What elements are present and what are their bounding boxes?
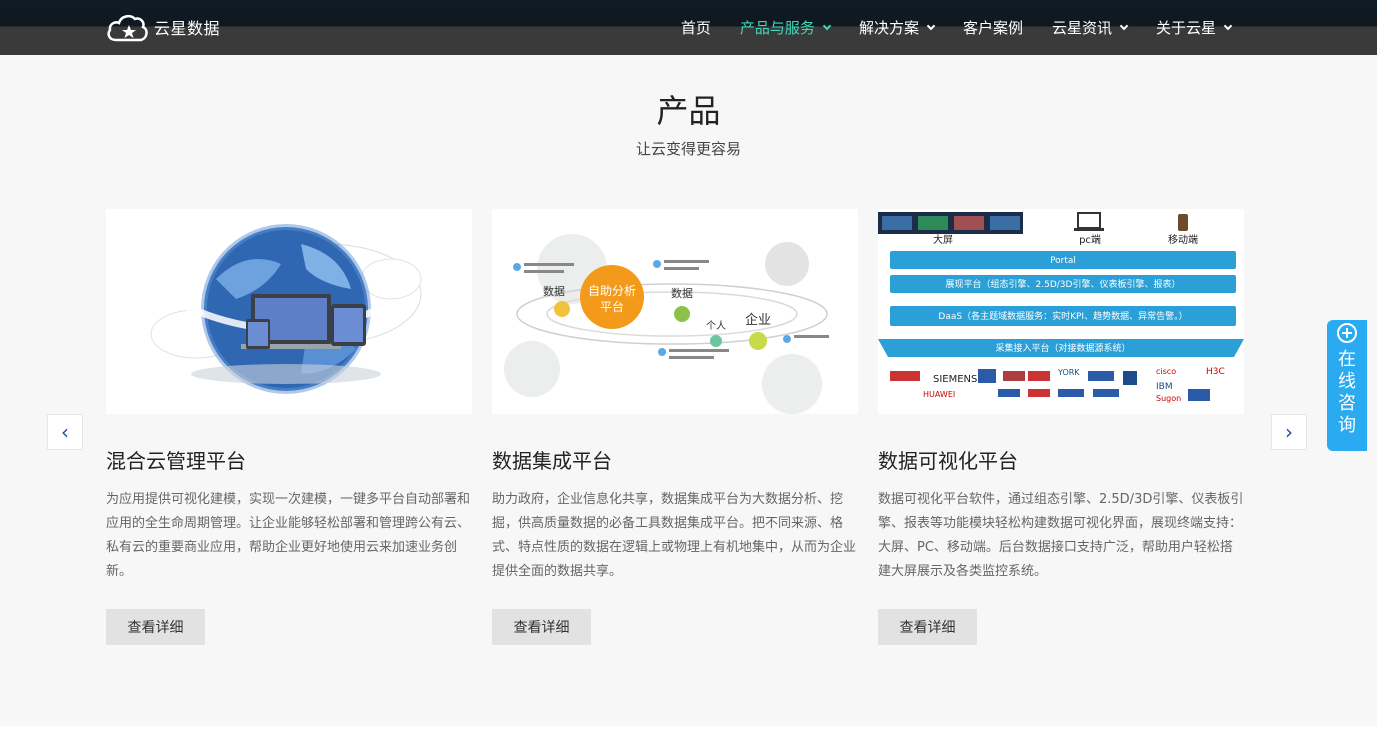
chevron-down-icon: [822, 21, 832, 30]
logo[interactable]: 云星数据: [106, 10, 220, 44]
device-label: 大屏: [933, 233, 953, 246]
chevron-down-icon: [1119, 21, 1129, 30]
view-details-button[interactable]: 查看详细: [878, 609, 977, 645]
hybrid-cloud-image: [106, 209, 472, 414]
card-title: 混合云管理平台: [106, 449, 246, 473]
nav-cases[interactable]: 客户案例: [963, 17, 1023, 38]
online-consult-button[interactable]: 在线咨询: [1327, 320, 1367, 451]
device-label: pc端: [1079, 233, 1101, 246]
product-card: 自助分析 平台 数据 数据 个人 企业 数据集成平台 助力政府，企业信息化共享，…: [492, 209, 858, 645]
card-title: 数据集成平台: [492, 449, 612, 473]
nav-home[interactable]: 首页: [681, 17, 711, 38]
logo-ibm: IBM: [1156, 382, 1173, 392]
logo-text: 云星数据: [154, 19, 221, 38]
logo-york: YORK: [1057, 368, 1080, 377]
page-bottom-strip: [0, 726, 1377, 738]
view-details-button[interactable]: 查看详细: [492, 609, 591, 645]
layer-label: Portal: [1050, 256, 1076, 266]
card-description: 为应用提供可视化建模，实现一次建模，一键多平台自动部署和应用的全生命周期管理。让…: [106, 492, 471, 579]
nav-about[interactable]: 关于云星: [1155, 17, 1233, 38]
carousel-prev-button[interactable]: ‹: [47, 414, 83, 450]
nav-solutions[interactable]: 解决方案: [858, 17, 936, 38]
nav-news[interactable]: 云星资讯: [1051, 17, 1129, 38]
cloud-star-logo-icon: [107, 14, 148, 42]
top-navbar: 云星数据 首页 产品与服务 解决方案 客户案例 云星资讯 关于云星: [0, 0, 1377, 55]
consult-label: 在线咨询: [1338, 349, 1356, 436]
chevron-right-icon: ›: [1285, 420, 1293, 444]
logo-cisco: cisco: [1156, 367, 1176, 376]
nav-label: 产品与服务: [739, 19, 815, 37]
nav-label: 云星资讯: [1051, 19, 1112, 37]
carousel-next-button[interactable]: ›: [1271, 414, 1307, 450]
data-visualization-image: 大屏 pc端 移动端 Portal 展现平台（组态引擎、2.5D/3D引擎、仪表…: [878, 209, 1244, 414]
chevron-down-icon: [926, 21, 936, 30]
logo-siemens: SIEMENS: [933, 374, 977, 385]
data-label: 数据: [671, 286, 693, 300]
logo-sugon: Sugon: [1156, 394, 1181, 403]
section-subtitle: 让云变得更容易: [635, 140, 741, 158]
logo-h3c: H3C: [1206, 367, 1225, 377]
person-label: 个人: [706, 320, 726, 332]
card-description: 助力政府，企业信息化共享，数据集成平台为大数据分析、挖掘，供高质量数据的必备工具…: [492, 492, 857, 579]
main-nav: 首页 产品与服务 解决方案 客户案例 云星资讯 关于云星: [652, 0, 1233, 55]
product-card: 大屏 pc端 移动端 Portal 展现平台（组态引擎、2.5D/3D引擎、仪表…: [878, 209, 1244, 645]
product-card: 混合云管理平台 为应用提供可视化建模，实现一次建模，一键多平台自动部署和应用的全…: [106, 209, 472, 645]
nav-label: 首页: [680, 19, 711, 37]
nav-label: 关于云星: [1155, 19, 1216, 37]
data-integration-image: 自助分析 平台 数据 数据 个人 企业: [492, 209, 858, 414]
section-title: 产品: [656, 92, 721, 130]
view-details-button[interactable]: 查看详细: [106, 609, 205, 645]
data-label: 数据: [543, 284, 565, 298]
layer-label: 采集接入平台（对接数据源系统）: [995, 342, 1130, 354]
layer-label: 展现平台（组态引擎、2.5D/3D引擎、仪表板引擎、报表）: [946, 278, 1181, 290]
card-title: 数据可视化平台: [878, 449, 1018, 473]
nav-products[interactable]: 产品与服务: [739, 17, 832, 38]
device-label: 移动端: [1168, 233, 1198, 246]
center-label-2: 平台: [600, 299, 624, 314]
nav-label: 客户案例: [962, 19, 1023, 37]
card-description: 数据可视化平台软件，通过组态引擎、2.5D/3D引擎、仪表板引擎、报表等功能模块…: [878, 492, 1244, 579]
chevron-down-icon: [1223, 21, 1233, 30]
nav-label: 解决方案: [858, 19, 919, 37]
enterprise-label: 企业: [745, 312, 771, 328]
logo-huawei: HUAWEI: [923, 390, 955, 399]
chevron-left-icon: ‹: [61, 420, 69, 444]
center-label-1: 自助分析: [588, 284, 636, 298]
plus-icon: [1337, 323, 1357, 343]
layer-label: DaaS（各主题域数据服务：实时KPI、趋势数据、异常告警。）: [938, 310, 1187, 322]
